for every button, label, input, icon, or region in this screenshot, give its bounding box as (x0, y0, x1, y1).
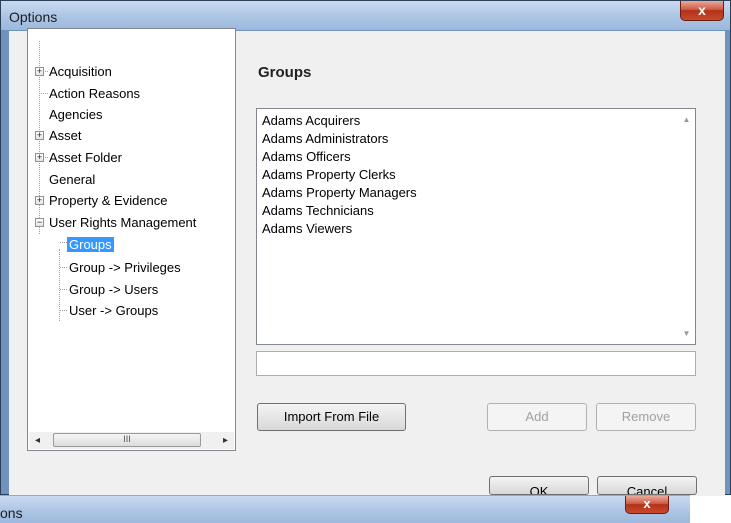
list-item[interactable]: Adams Officers (262, 148, 351, 166)
vertical-scrollbar[interactable]: ▲ ▼ (678, 109, 695, 344)
scroll-right-icon[interactable]: ▸ (217, 432, 234, 449)
add-button[interactable]: Add (487, 403, 587, 431)
panel-heading: Groups (258, 64, 312, 81)
tree-connector (41, 93, 48, 94)
list-item[interactable]: Adams Viewers (262, 220, 352, 238)
tree-item-acquisition[interactable]: Acquisition (49, 62, 112, 82)
expand-icon[interactable]: + (35, 131, 44, 140)
tree-item-user-groups[interactable]: User -> Groups (69, 301, 158, 321)
background-window-title: ons (0, 505, 23, 521)
tree-item-asset[interactable]: Asset (49, 126, 82, 146)
close-button[interactable]: x (680, 1, 724, 21)
list-item[interactable]: Adams Administrators (262, 130, 388, 148)
horizontal-scrollbar[interactable]: ◂ III ▸ (29, 432, 234, 449)
new-group-input[interactable] (256, 351, 696, 376)
title-bar[interactable]: Options x (1, 1, 730, 30)
scroll-up-icon[interactable]: ▲ (678, 115, 695, 124)
tree-connector (60, 289, 67, 290)
scroll-left-icon[interactable]: ◂ (29, 432, 46, 449)
tree-item-asset-folder[interactable]: Asset Folder (49, 148, 122, 168)
expand-icon[interactable]: + (35, 153, 44, 162)
tree-item-agencies[interactable]: Agencies (49, 105, 102, 125)
list-item[interactable]: Adams Property Managers (262, 184, 417, 202)
background-close-button[interactable]: x (625, 496, 669, 514)
tree-item-groups[interactable]: Groups (67, 235, 114, 255)
import-from-file-button[interactable]: Import From File (257, 403, 406, 431)
tree-item-action-reasons[interactable]: Action Reasons (49, 84, 140, 104)
background-options-window: ons x (0, 495, 731, 523)
options-tree[interactable]: + + + + − Acquisition Action Reasons Age… (27, 28, 236, 451)
expand-icon[interactable]: + (35, 196, 44, 205)
scroll-down-icon[interactable]: ▼ (678, 329, 695, 338)
list-item[interactable]: Adams Property Clerks (262, 166, 396, 184)
tree-item-user-rights-management[interactable]: User Rights Management (49, 213, 196, 233)
tree-connector (60, 267, 67, 268)
tree-connector (60, 310, 67, 311)
tree-item-group-users[interactable]: Group -> Users (69, 280, 158, 300)
collapse-icon[interactable]: − (35, 218, 44, 227)
background-title-bar[interactable]: ons x (0, 495, 690, 523)
tree-item-group-privileges[interactable]: Group -> Privileges (69, 258, 181, 278)
tree-item-label: Groups (67, 237, 114, 252)
list-item[interactable]: Adams Acquirers (262, 112, 360, 130)
tree-connector (60, 242, 67, 243)
scrollbar-thumb[interactable]: III (53, 433, 201, 447)
ok-button[interactable]: OK (489, 476, 589, 495)
list-item[interactable]: Adams Technicians (262, 202, 374, 220)
window-title: Options (9, 9, 58, 25)
tree-item-general[interactable]: General (49, 170, 95, 190)
tree-item-property-evidence[interactable]: Property & Evidence (49, 191, 168, 211)
remove-button[interactable]: Remove (596, 403, 696, 431)
groups-list[interactable]: Adams Acquirers Adams Administrators Ada… (256, 108, 696, 345)
expand-icon[interactable]: + (35, 67, 44, 76)
cancel-button[interactable]: Cancel (597, 476, 697, 495)
